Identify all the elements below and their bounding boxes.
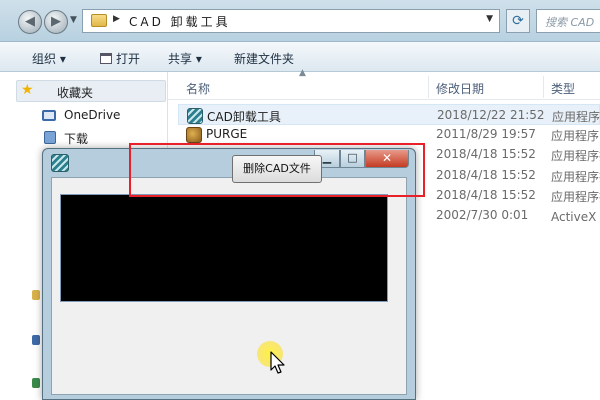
- file-row[interactable]: PURGE 2011/8/29 19:57 应用程序: [178, 124, 600, 145]
- library-icon[interactable]: [32, 290, 40, 300]
- new-folder-button[interactable]: 新建文件夹: [234, 50, 294, 67]
- sort-up-icon: ▲: [299, 68, 306, 78]
- open-label: 打开: [116, 52, 141, 66]
- file-date: 2018/12/22 21:52: [437, 108, 545, 122]
- delete-cad-files-button[interactable]: 删除CAD文件: [232, 155, 322, 183]
- folder-icon: [91, 14, 107, 27]
- file-type: 应用程序扩: [551, 149, 600, 163]
- output-box: [60, 194, 388, 302]
- column-divider[interactable]: [543, 76, 544, 98]
- open-button[interactable]: 打开: [100, 50, 140, 67]
- column-date[interactable]: 修改日期: [436, 80, 484, 97]
- purge-icon: [186, 127, 202, 143]
- dialog-client-area: [51, 177, 407, 395]
- nav-item-label: OneDrive: [64, 108, 121, 122]
- nav-item-onedrive[interactable]: OneDrive: [16, 106, 166, 126]
- address-path: CAD 卸载工具: [129, 15, 231, 29]
- refresh-icon[interactable]: ⟳: [506, 9, 530, 33]
- mouse-cursor-icon: [270, 351, 285, 374]
- address-row: ◀ ▶ ▼ ▶ CAD 卸载工具 ▼ ⟳ 搜索 CAD: [0, 0, 600, 42]
- file-date: 2018/4/18 15:52: [436, 168, 536, 182]
- star-icon: ★: [21, 82, 34, 98]
- forward-icon[interactable]: ▶: [44, 10, 68, 34]
- nav-favorites-label: 收藏夹: [57, 86, 94, 100]
- address-dropdown-icon[interactable]: ▼: [486, 14, 493, 24]
- file-type: 应用程序: [552, 110, 600, 124]
- app-icon: [51, 154, 69, 172]
- back-icon[interactable]: ◀: [18, 10, 42, 34]
- file-date: 2018/4/18 15:52: [436, 188, 536, 202]
- computer-icon[interactable]: [32, 335, 40, 345]
- address-bar[interactable]: ▶ CAD 卸载工具 ▼: [82, 9, 500, 33]
- downloads-icon: [44, 131, 56, 144]
- column-divider[interactable]: [428, 76, 429, 98]
- file-date: 2011/8/29 19:57: [436, 127, 536, 141]
- nav-item-label: 下载: [64, 132, 89, 146]
- breadcrumb-arrow-icon[interactable]: ▶: [113, 14, 120, 24]
- open-icon: [100, 53, 112, 64]
- file-date: 2018/4/18 15:52: [436, 147, 536, 161]
- file-name: CAD卸载工具: [207, 110, 281, 124]
- share-button[interactable]: 共享 ▾: [168, 50, 202, 67]
- file-name: PURGE: [206, 127, 248, 141]
- nav-favorites[interactable]: ★ 收藏夹: [16, 80, 166, 102]
- column-headers: ▲ 名称 修改日期 类型: [168, 68, 600, 100]
- onedrive-icon: [42, 110, 56, 121]
- file-type: ActiveX 控: [551, 210, 600, 224]
- recent-pages-chevron-icon[interactable]: ▼: [70, 15, 77, 25]
- search-input[interactable]: 搜索 CAD: [536, 9, 600, 33]
- file-date: 2002/7/30 0:01: [436, 208, 529, 222]
- cad-uninstaller-icon: [187, 108, 203, 124]
- file-type: 应用程序扩: [551, 190, 600, 204]
- organize-button[interactable]: 组织 ▾: [32, 50, 66, 67]
- column-name[interactable]: 名称: [186, 80, 210, 97]
- file-type: 应用程序扩: [551, 170, 600, 184]
- column-type[interactable]: 类型: [551, 80, 575, 97]
- search-placeholder: 搜索 CAD: [545, 16, 595, 29]
- file-type: 应用程序: [551, 129, 600, 143]
- file-row[interactable]: CAD卸载工具 2018/12/22 21:52 应用程序: [178, 104, 600, 125]
- network-icon[interactable]: [32, 378, 40, 388]
